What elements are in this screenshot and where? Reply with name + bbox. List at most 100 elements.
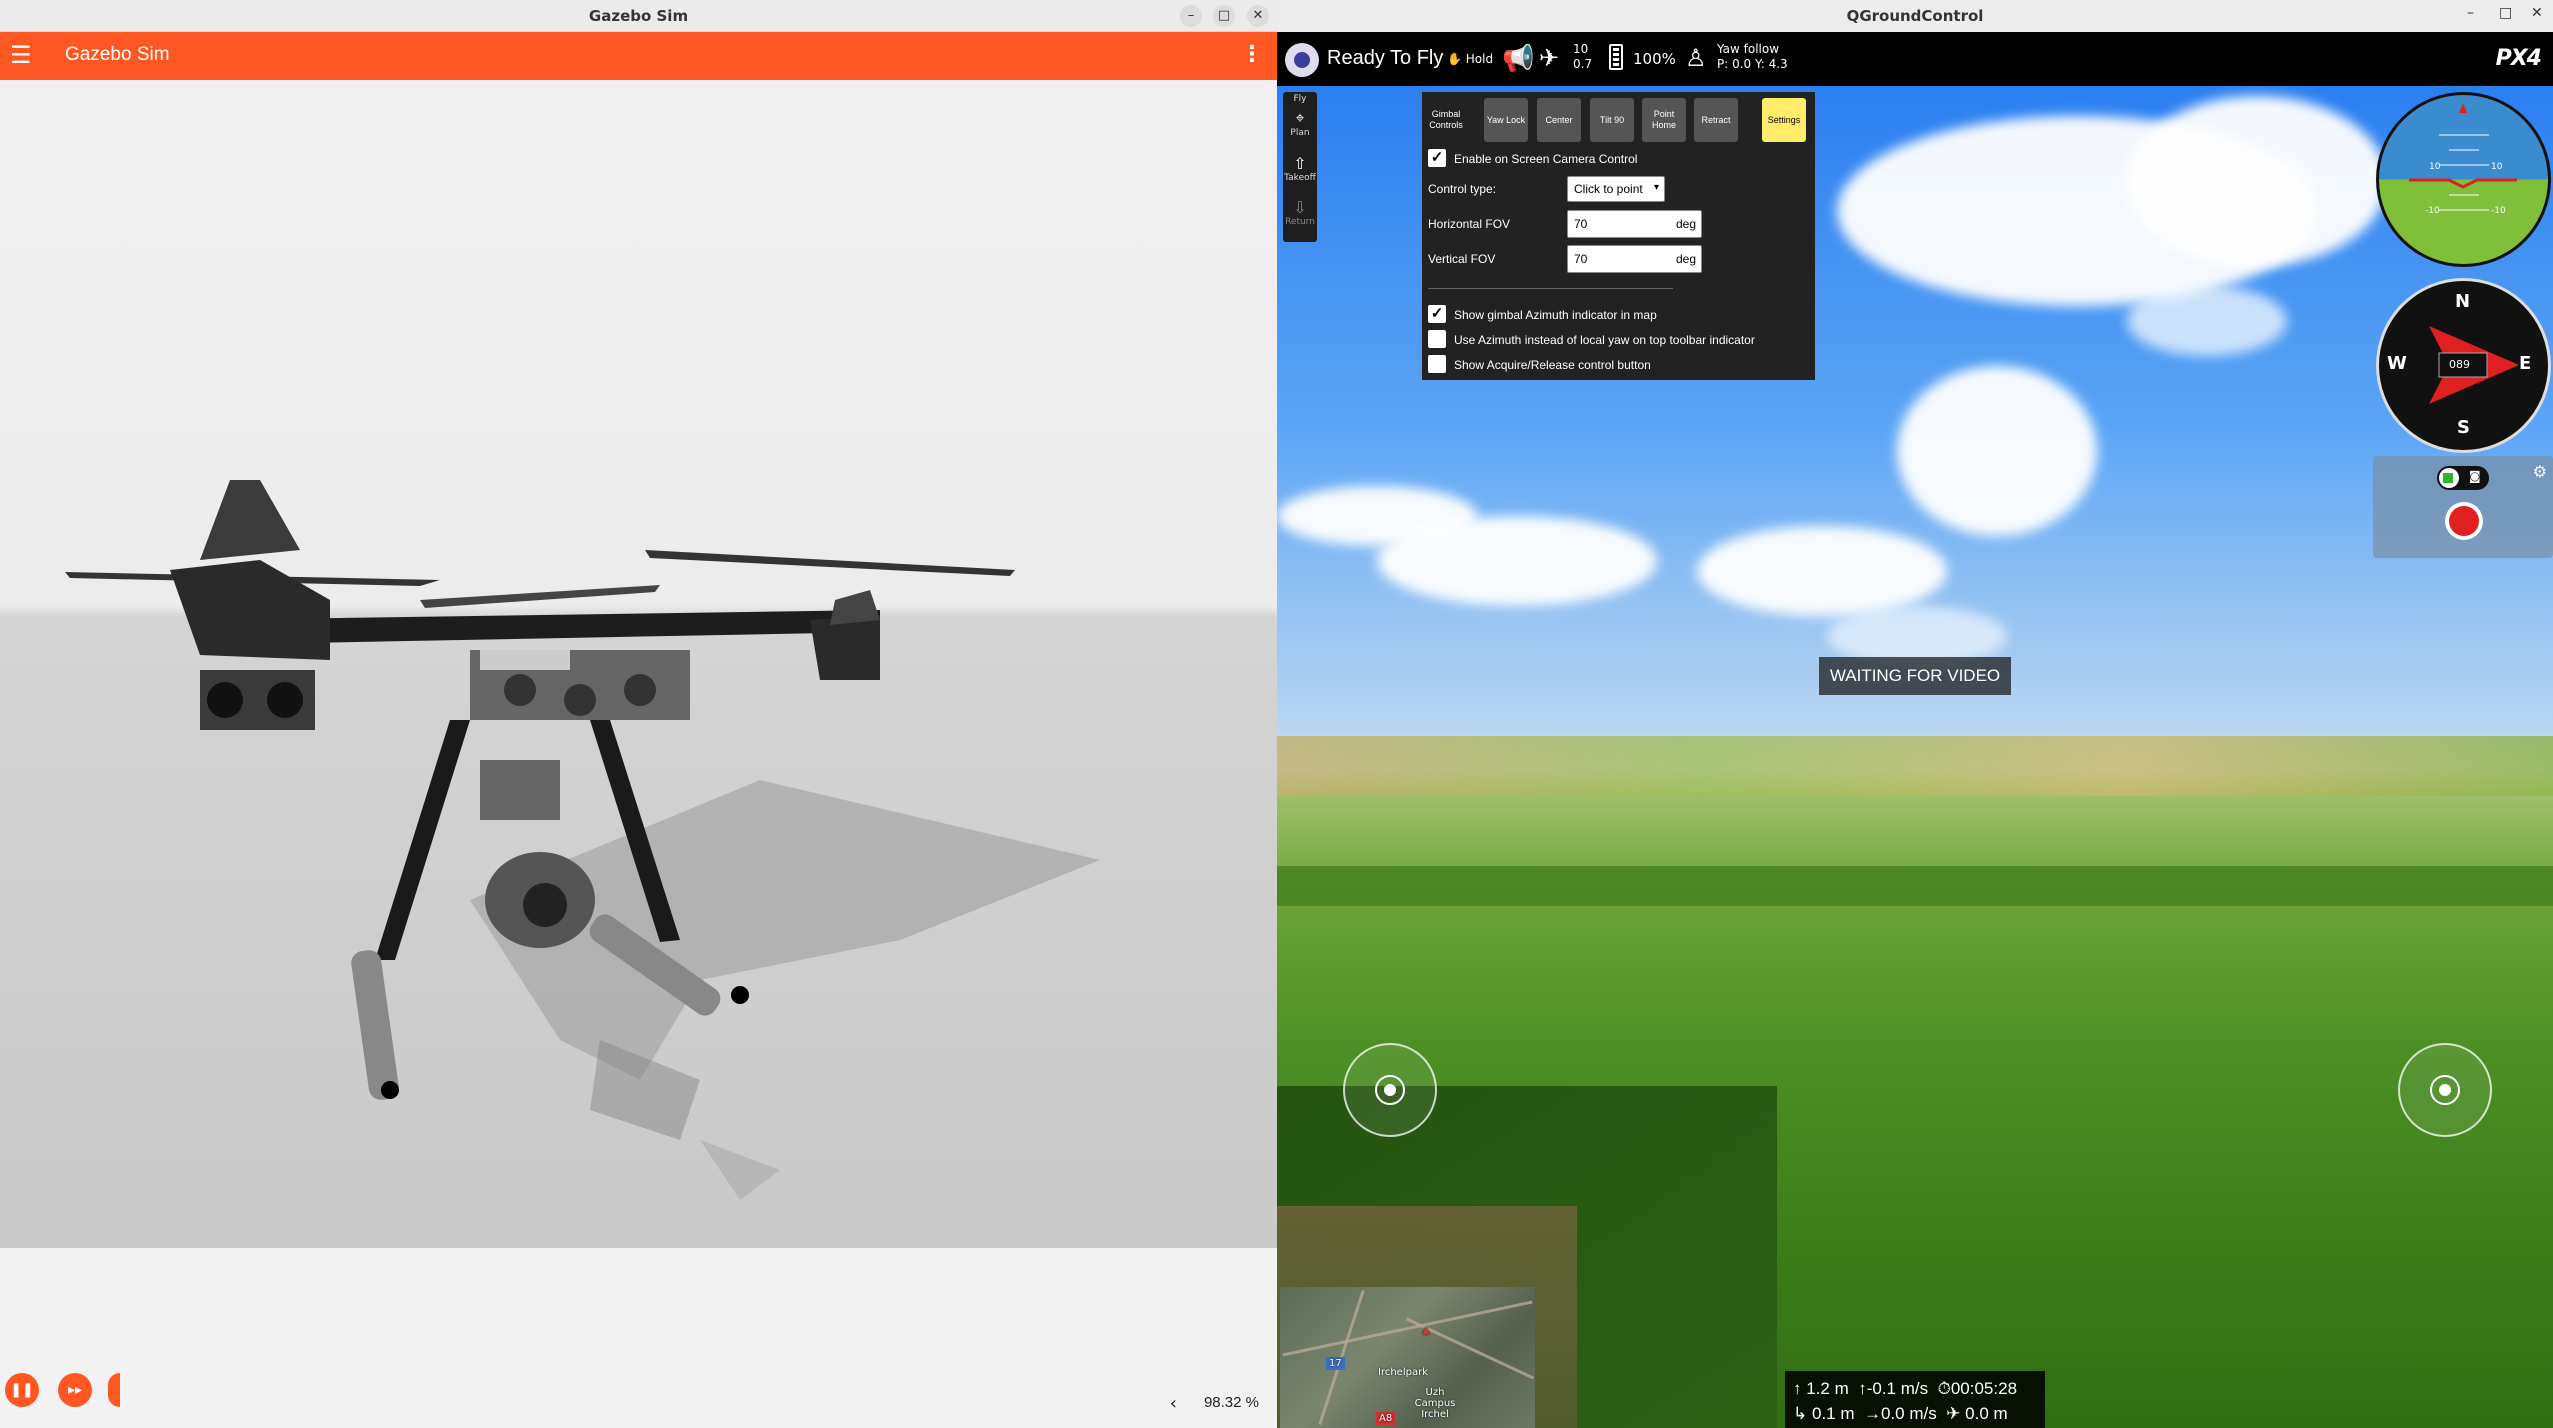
battery-percent: 100% (1633, 50, 1676, 68)
pitch-label-10b: 10 (2491, 162, 2503, 172)
takeoff-icon: ⇧ (1293, 154, 1307, 173)
mini-map[interactable]: 17 Irchelpark ▲ Uzh Campus Irchel A8 (1280, 1287, 1535, 1428)
tab-settings[interactable]: Settings (1762, 98, 1806, 142)
attitude-indicator: 10 10 -10 -10 (2376, 92, 2551, 267)
return-icon: ⇩ (1293, 198, 1307, 217)
hfov-label: Horizontal FOV (1428, 217, 1511, 231)
photo-mode-icon: ◙ (2469, 469, 2481, 483)
px4-logo: PX4 (2495, 46, 2542, 71)
pitch-label-minus10b: -10 (2491, 206, 2506, 216)
video-mode-icon (2443, 473, 2453, 483)
telemetry-panel: ↑ 1.2 m ↑-0.1 m/s ⏱00:05:28 ↳ 0.1 m →0.0… (1785, 1371, 2045, 1428)
vertical-speed-icon: ↑ (1858, 1379, 1867, 1398)
use-azimuth-label: Use Azimuth instead of local yaw on top … (1454, 333, 1755, 347)
hfov-unit: deg (1676, 217, 1697, 231)
flight-time-value: 00:05:28 (1950, 1379, 2018, 1398)
tab-gimbal-controls: Gimbal Controls (1429, 109, 1463, 130)
more-options-icon[interactable]: ⋮ (1241, 42, 1263, 67)
show-acquire-label: Show Acquire/Release control button (1454, 358, 1651, 372)
distance-value: 0.1 m (1811, 1404, 1855, 1423)
gazebo-titlebar: Gazebo Sim – □ ✕ (0, 0, 1277, 32)
tab-center[interactable]: Center (1537, 98, 1581, 142)
qgroundcontrol-window: QGroundControl – □ ✕ Ready To Fly ✋ Hold… (1277, 0, 2553, 1428)
tab-yaw-lock[interactable]: Yaw Lock (1484, 98, 1528, 142)
road-shield-a8: A8 (1376, 1412, 1396, 1425)
gazebo-bottom-bar: ❚❚ ▸▸ ‹ 98.32 % (0, 1248, 1277, 1428)
plan-label: Plan (1290, 128, 1310, 138)
right-virtual-joystick[interactable] (2398, 1043, 2492, 1137)
close-button[interactable]: ✕ (2531, 5, 2543, 21)
tab-point-home[interactable]: Point Home (1642, 98, 1686, 142)
vfov-input[interactable]: 70 deg (1567, 245, 1702, 273)
minimize-button[interactable]: – (2467, 5, 2474, 21)
minimize-button[interactable]: – (1180, 5, 1202, 27)
flight-mode[interactable]: ✋ Hold (1447, 52, 1493, 66)
pause-button[interactable]: ❚❚ (5, 1373, 39, 1407)
plan-icon: ⌖ (1295, 108, 1305, 127)
left-toolstrip: Fly ⌖ Plan ⇧ Takeoff ⇩ Return (1283, 92, 1317, 242)
flight-time-icon: ⏱ (1937, 1379, 1951, 1398)
control-type-select[interactable]: Click to point (1567, 176, 1665, 202)
control-type-label: Control type: (1428, 182, 1497, 196)
home-distance-icon: ✈ (1946, 1404, 1961, 1423)
reset-button[interactable] (108, 1373, 120, 1407)
battery-icon[interactable] (1609, 44, 1623, 70)
maximize-button[interactable]: □ (2499, 5, 2512, 21)
fly-label: Fly (1293, 94, 1307, 104)
scene-3d-view[interactable] (0, 80, 1277, 1248)
enable-camera-control-checkbox[interactable]: ✓ (1428, 149, 1446, 167)
distance-icon: ↳ (1793, 1404, 1808, 1423)
horizontal-speed-icon: → (1863, 1404, 1881, 1423)
toolstrip-return[interactable]: ⇩ Return (1283, 198, 1317, 227)
compass: N E S W 089 (2376, 278, 2551, 453)
show-azimuth-label: Show gimbal Azimuth indicator in map (1454, 308, 1657, 322)
gps-indicator[interactable]: 10 0.7 (1573, 42, 1592, 72)
qgc-window-title: QGroundControl (1846, 7, 1984, 25)
tab-retract[interactable]: Retract (1694, 98, 1738, 142)
satellite-icon[interactable]: ✈ (1539, 44, 1559, 72)
camera-control-panel: ◙ ⚙ (2373, 456, 2553, 558)
vfov-label: Vertical FOV (1428, 252, 1496, 266)
gimbal-indicator[interactable]: Yaw follow P: 0.0 Y: 4.3 (1717, 42, 1788, 72)
pitch-label-minus10a: -10 (2425, 206, 2440, 216)
satellite-count: 10 (1573, 42, 1589, 56)
horizontal-speed-value: 0.0 m/s (1880, 1404, 1937, 1423)
hfov-value: 70 (1574, 217, 1588, 231)
compass-heading: 089 (2449, 358, 2470, 371)
flight-status[interactable]: Ready To Fly (1327, 47, 1443, 70)
tab-tilt-90[interactable]: Tilt 90 (1590, 98, 1634, 142)
hamburger-menu-icon[interactable]: ☰ (10, 43, 34, 67)
gazebo-window-title: Gazebo Sim (588, 7, 689, 25)
left-virtual-joystick[interactable] (1343, 1043, 1437, 1137)
qgc-logo-icon[interactable] (1285, 43, 1319, 77)
gazebo-appbar: ☰ Gazebo Sim ⋮ (0, 32, 1277, 80)
hdop-value: 0.7 (1573, 57, 1593, 71)
return-label: Return (1285, 217, 1315, 227)
collapse-chevron-icon[interactable]: ‹ (1170, 1393, 1177, 1414)
vfov-value: 70 (1574, 252, 1588, 266)
real-time-factor: 98.32 % (1203, 1394, 1259, 1411)
toolstrip-takeoff[interactable]: ⇧ Takeoff (1283, 154, 1317, 183)
gazebo-app-title: Gazebo Sim (65, 44, 170, 65)
hfov-input[interactable]: 70 deg (1567, 210, 1702, 238)
camera-mode-toggle[interactable]: ◙ (2437, 466, 2489, 490)
camera-settings-gear-icon[interactable]: ⚙ (2533, 462, 2547, 481)
map-label-campus: Uzh Campus Irchel (1414, 1387, 1456, 1420)
video-status: WAITING FOR VIDEO (1819, 657, 2011, 695)
toolstrip-plan[interactable]: ⌖ Plan (1283, 108, 1317, 138)
use-azimuth-checkbox[interactable] (1428, 330, 1446, 348)
step-button[interactable]: ▸▸ (58, 1373, 92, 1407)
altitude-value: 1.2 m (1806, 1379, 1849, 1398)
show-azimuth-checkbox[interactable]: ✓ (1428, 305, 1446, 323)
qgc-toolbar: Ready To Fly ✋ Hold 📢 ✈ 10 0.7 100% ♙ Ya… (1277, 32, 2553, 86)
show-acquire-checkbox[interactable] (1428, 355, 1446, 373)
megaphone-icon[interactable]: 📢 (1502, 44, 1534, 74)
home-distance-value: 0.0 m (1965, 1404, 2008, 1423)
gimbal-icon[interactable]: ♙ (1685, 44, 1707, 72)
close-button[interactable]: ✕ (1247, 5, 1269, 27)
toolstrip-fly[interactable]: Fly (1283, 94, 1317, 104)
gimbal-mode: Yaw follow (1717, 42, 1780, 56)
maximize-button[interactable]: □ (1213, 5, 1235, 27)
record-button[interactable] (2445, 502, 2483, 540)
altitude-icon: ↑ (1793, 1379, 1802, 1398)
